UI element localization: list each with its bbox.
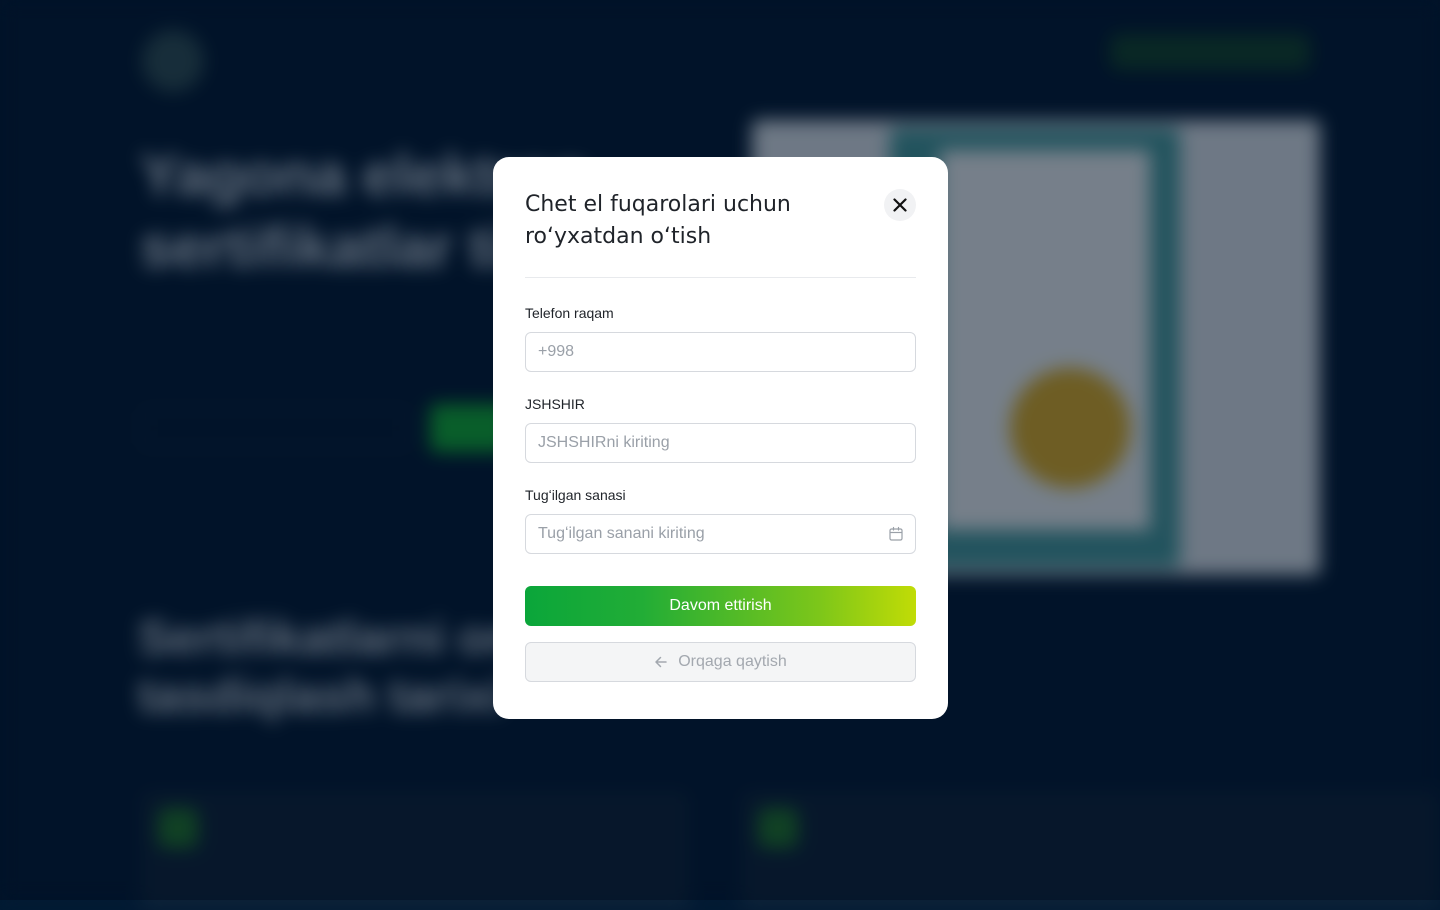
phone-label: Telefon raqam (525, 305, 614, 321)
continue-button[interactable]: Davom ettirish (525, 586, 916, 626)
phone-input[interactable] (525, 332, 916, 372)
arrow-left-icon (655, 656, 667, 668)
jshshir-label: JSHSHIR (525, 396, 585, 412)
modal-header: Chet el fuqarolari uchun roʻyxatdan oʻti… (525, 189, 916, 278)
birth-date-input[interactable] (525, 514, 916, 554)
back-button[interactable]: Orqaga qaytish (525, 642, 916, 682)
birth-date-label: Tugʻilgan sanasi (525, 487, 626, 503)
birth-date-field-group: Tugʻilgan sanasi (525, 487, 916, 554)
jshshir-field-group: JSHSHIR (525, 396, 916, 463)
calendar-icon[interactable] (888, 526, 904, 542)
phone-field-group: Telefon raqam (525, 305, 916, 372)
close-icon (893, 198, 907, 212)
jshshir-input[interactable] (525, 423, 916, 463)
modal-title: Chet el fuqarolari uchun roʻyxatdan oʻti… (525, 192, 791, 249)
back-button-label: Orqaga qaytish (678, 653, 787, 670)
registration-modal: Chet el fuqarolari uchun roʻyxatdan oʻti… (493, 157, 948, 719)
close-button[interactable] (884, 189, 916, 221)
